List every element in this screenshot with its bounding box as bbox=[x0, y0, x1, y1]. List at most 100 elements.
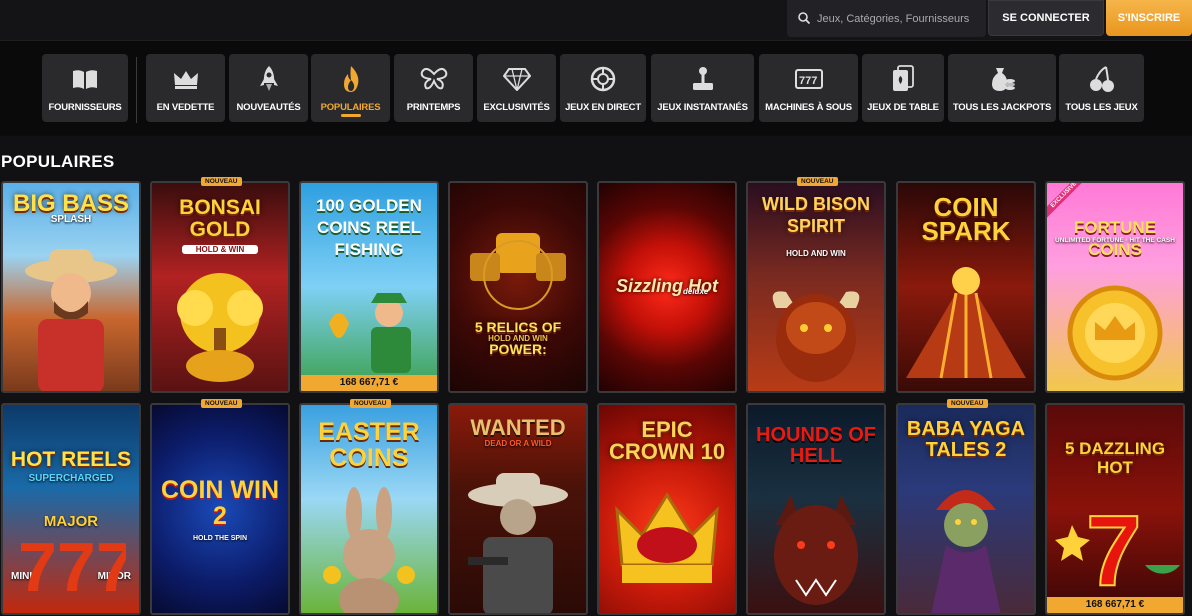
nav-table-games[interactable]: JEUX DE TABLE bbox=[862, 54, 944, 122]
crown-icon bbox=[171, 65, 201, 93]
nav-label: POPULAIRES bbox=[320, 102, 381, 113]
svg-text:7: 7 bbox=[1086, 495, 1142, 595]
game-tile[interactable]: BONSAI GOLD HOLD & WIN bbox=[150, 181, 290, 393]
golden-tree-illustration bbox=[177, 273, 263, 382]
game-title: Sizzling Hot bbox=[616, 276, 718, 296]
nav-label: MACHINES À SOUS bbox=[765, 102, 852, 113]
game-title: BIG BASS bbox=[12, 190, 129, 217]
nav-exclusives[interactable]: EXCLUSIVITÉS bbox=[477, 54, 556, 122]
search-box[interactable] bbox=[787, 0, 986, 37]
sevens-illustration: 777 bbox=[18, 529, 126, 599]
game-tile[interactable]: HOUNDS OF HELL bbox=[746, 403, 886, 615]
nav-featured[interactable]: EN VEDETTE bbox=[146, 54, 225, 122]
nav-label: JEUX INSTANTANÉS bbox=[657, 102, 748, 113]
nav-label: EXCLUSIVITÉS bbox=[483, 102, 550, 113]
game-tile[interactable]: EASTER COINS bbox=[299, 403, 439, 615]
nav-providers[interactable]: FOURNISSEURS bbox=[42, 54, 128, 122]
joystick-icon bbox=[688, 65, 718, 93]
golden-idols-illustration bbox=[470, 233, 566, 310]
roulette-icon bbox=[588, 65, 618, 93]
new-badge: NOUVEAU bbox=[201, 177, 242, 186]
search-icon bbox=[798, 12, 811, 25]
game-title: EPIC CROWN 10 bbox=[608, 417, 726, 464]
rocket-icon bbox=[254, 65, 284, 93]
new-badge: NOUVEAU bbox=[201, 399, 242, 408]
new-badge: NOUVEAU bbox=[797, 177, 838, 186]
game-tile[interactable]: COIN WIN 2 HOLD THE SPIN bbox=[150, 403, 290, 615]
nav-label: JEUX EN DIRECT bbox=[565, 102, 641, 113]
bison-illustration bbox=[772, 291, 860, 382]
game-subtitle: UNLIMITED FORTUNE · HIT THE CASH bbox=[1055, 237, 1175, 244]
game-subtitle: SUPERCHARGED bbox=[28, 473, 114, 484]
game-subtitle: HOLD AND WIN bbox=[786, 249, 846, 258]
game-tile[interactable]: FORTUNE COINS UNLIMITED FORTUNE · HIT TH… bbox=[1045, 181, 1185, 393]
cowboy-illustration bbox=[468, 473, 568, 613]
game-tile[interactable]: HOT REELS SUPERCHARGED MAJOR MINI MINOR … bbox=[1, 403, 141, 615]
game-title: HOT REELS bbox=[10, 448, 132, 471]
new-badge: NOUVEAU bbox=[350, 399, 391, 408]
game-tile[interactable]: 5 RELICS OF POWER: HOLD AND WIN bbox=[448, 181, 588, 393]
game-title: BABA YAGA TALES 2 bbox=[906, 418, 1026, 461]
fisherman-illustration bbox=[329, 293, 411, 373]
game-tile[interactable]: BIG BASS SPLASH bbox=[1, 181, 141, 393]
book-icon bbox=[70, 65, 100, 93]
game-tile[interactable]: 100 GOLDEN COINS REEL FISHING 168 667,71… bbox=[299, 181, 439, 393]
svg-text:777: 777 bbox=[18, 529, 126, 599]
game-title: EASTER COINS bbox=[318, 418, 420, 472]
jackpot-amount: 168 667,71 € bbox=[301, 375, 437, 391]
game-title: 5 DAZZLING HOT bbox=[1064, 439, 1166, 477]
gold-coin-illustration bbox=[1067, 285, 1163, 381]
nav-slot-machines[interactable]: 777 MACHINES À SOUS bbox=[759, 54, 858, 122]
section-title: POPULAIRES bbox=[1, 152, 115, 171]
fisherman-illustration bbox=[25, 249, 117, 391]
game-subtitle: HOLD & WIN bbox=[182, 245, 258, 254]
flame-icon bbox=[336, 65, 366, 93]
nav-label: NOUVEAUTÉS bbox=[236, 102, 301, 113]
nav-label: PRINTEMPS bbox=[406, 102, 461, 113]
game-title: COIN SPARK bbox=[921, 192, 1011, 246]
nav-spring[interactable]: PRINTEMPS bbox=[394, 54, 473, 122]
game-title: WILD BISON SPIRIT bbox=[762, 194, 870, 236]
witch-illustration bbox=[931, 490, 1001, 613]
game-subtitle: HOLD THE SPIN bbox=[192, 535, 248, 542]
login-button[interactable]: SE CONNECTER bbox=[988, 0, 1104, 36]
game-tile[interactable]: 7 5 DAZZLING HOT 168 667,71 € bbox=[1045, 403, 1185, 615]
game-title: COIN WIN 2 bbox=[160, 476, 280, 530]
new-badge: NOUVEAU bbox=[947, 399, 988, 408]
game-subtitle: DEAD OR A WILD bbox=[484, 439, 552, 448]
diamond-icon bbox=[502, 65, 532, 93]
nav-all-games[interactable]: TOUS LES JEUX bbox=[1059, 54, 1144, 122]
jackpot-amount: 168 667,71 € bbox=[1047, 597, 1183, 613]
game-subtitle: deluxe bbox=[683, 287, 709, 296]
game-tile[interactable]: Sizzling Hot deluxe bbox=[597, 181, 737, 393]
game-title: BONSAI GOLD bbox=[179, 196, 261, 241]
nav-popular[interactable]: POPULAIRES bbox=[311, 54, 390, 122]
game-tile[interactable]: WILD BISON SPIRIT HOLD AND WIN bbox=[746, 181, 886, 393]
nav-live-games[interactable]: JEUX EN DIRECT bbox=[560, 54, 646, 122]
game-subtitle: HOLD AND WIN bbox=[488, 334, 548, 343]
coins-bag-icon bbox=[987, 65, 1017, 93]
slot-machine-icon: 777 bbox=[794, 65, 824, 93]
crown-illustration bbox=[615, 492, 719, 583]
jackpot-tier-major: MAJOR bbox=[43, 513, 99, 530]
signup-button[interactable]: S'INSCRIRE bbox=[1106, 0, 1192, 36]
game-tile[interactable]: COIN SPARK bbox=[896, 181, 1036, 393]
game-title: WANTED bbox=[470, 415, 566, 440]
nav-new[interactable]: NOUVEAUTÉS bbox=[229, 54, 308, 122]
game-tile[interactable]: EPIC CROWN 10 bbox=[597, 403, 737, 615]
nav-label: FOURNISSEURS bbox=[48, 102, 122, 113]
game-title: 100 GOLDEN COINS REEL FISHING bbox=[316, 196, 422, 259]
game-tile[interactable]: BABA YAGA TALES 2 bbox=[896, 403, 1036, 615]
game-tile[interactable]: WANTED DEAD OR A WILD bbox=[448, 403, 588, 615]
search-input[interactable] bbox=[815, 4, 984, 34]
nav-all-jackpots[interactable]: TOUS LES JACKPOTS bbox=[948, 54, 1056, 122]
cherries-icon bbox=[1087, 65, 1117, 93]
nav-divider bbox=[136, 57, 137, 123]
nav-label: TOUS LES JEUX bbox=[1065, 102, 1138, 113]
cards-icon bbox=[888, 65, 918, 93]
game-subtitle: SPLASH bbox=[50, 214, 92, 225]
nav-label: TOUS LES JACKPOTS bbox=[952, 102, 1052, 113]
nav-label: JEUX DE TABLE bbox=[867, 102, 939, 113]
lucky-seven-illustration: 7 bbox=[1055, 494, 1180, 595]
nav-instant-games[interactable]: JEUX INSTANTANÉS bbox=[651, 54, 754, 122]
